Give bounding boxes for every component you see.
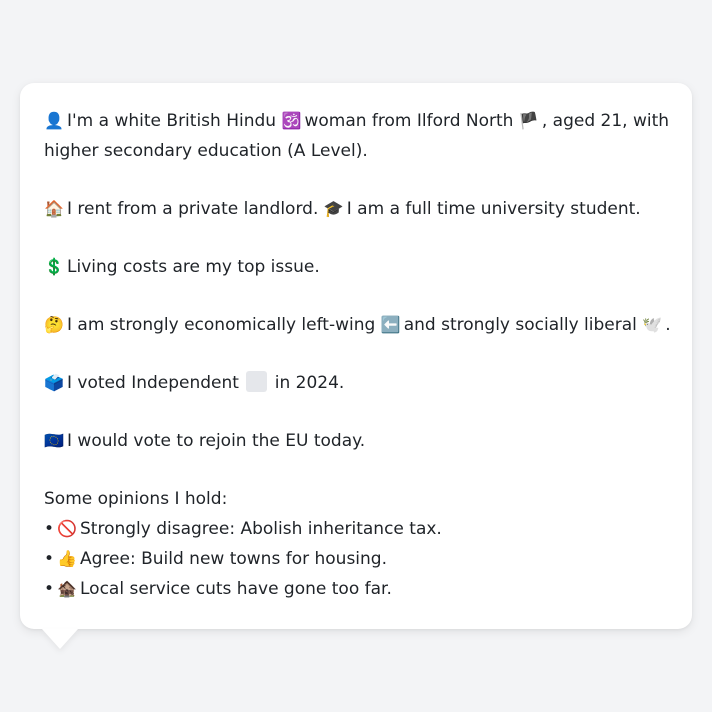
politics-line: 🤔 I am strongly economically left-wing ⬅️… <box>44 310 671 340</box>
opinion-text: Agree: Build new towns for housing. <box>80 549 387 569</box>
identity-line-2: higher secondary education (A Level). <box>44 141 368 161</box>
identity-text-3: , aged 21, with <box>541 111 670 131</box>
graduation-cap-icon: 🎓 <box>323 199 344 218</box>
speech-bubble-tail <box>42 629 78 649</box>
opinion-item: • 🚫 Strongly disagree: Abolish inheritance… <box>44 514 668 544</box>
politics-text-3: . <box>665 315 671 335</box>
vote-line: 🗳️ I voted Independent in 2024. <box>44 368 668 398</box>
identity-text-1: I'm a white British Hindu <box>67 111 277 131</box>
opinion-text: Local service cuts have gone too far. <box>80 579 392 599</box>
opinion-text: Strongly disagree: Abolish inheritance t… <box>80 519 442 539</box>
eu-text: I would vote to rejoin the EU today. <box>67 431 366 451</box>
politics-text-1: I am strongly economically left-wing <box>67 315 376 335</box>
vote-text-2: in 2024. <box>274 373 345 393</box>
prohibited-icon: 🚫 <box>57 519 77 538</box>
issue-line: 💲 Living costs are my top issue. <box>44 252 668 282</box>
dove-icon: 🕊️ <box>642 315 663 334</box>
house-icon: 🏠 <box>44 199 64 218</box>
identity-line-1: 👤 I'm a white British Hindu 🕉️ woman from … <box>44 106 670 136</box>
england-flag-icon: 🏴 <box>518 111 539 130</box>
opinion-item: • 🏚️ Local service cuts have gone too far. <box>44 574 668 604</box>
bullet: • <box>44 579 55 599</box>
derelict-house-icon: 🏚️ <box>57 579 77 598</box>
opinion-item: • 👍 Agree: Build new towns for housing. <box>44 544 668 574</box>
identity-text-2: woman from Ilford North <box>304 111 514 131</box>
persona-message-bubble: 👤 I'm a white British Hindu 🕉️ woman from … <box>20 83 692 629</box>
housing-line: 🏠 I rent from a private landlord. 🎓 I am a… <box>44 194 668 224</box>
eu-flag-icon: 🇪🇺 <box>44 431 64 450</box>
person-silhouette-icon: 👤 <box>44 111 64 130</box>
bullet: • <box>44 519 55 539</box>
independent-color-swatch-icon <box>246 371 268 392</box>
thinking-face-icon: 🤔 <box>44 315 64 334</box>
ballot-box-icon: 🗳️ <box>44 373 64 392</box>
left-arrow-icon: ⬅️ <box>380 315 401 334</box>
om-symbol-icon: 🕉️ <box>281 111 302 130</box>
politics-text-2: and strongly socially liberal <box>403 315 637 335</box>
housing-text: I rent from a private landlord. <box>67 199 319 219</box>
education-text: I am a full time university student. <box>346 199 641 219</box>
dollar-sign-icon: 💲 <box>44 257 64 276</box>
vote-text-1: I voted Independent <box>67 373 239 393</box>
thumbs-up-icon: 👍 <box>57 549 77 568</box>
eu-line: 🇪🇺 I would vote to rejoin the EU today. <box>44 426 668 456</box>
bullet: • <box>44 549 55 569</box>
page: 👤 I'm a white British Hindu 🕉️ woman from … <box>0 0 712 712</box>
opinions-heading: Some opinions I hold: <box>44 489 228 509</box>
issue-text: Living costs are my top issue. <box>67 257 320 277</box>
